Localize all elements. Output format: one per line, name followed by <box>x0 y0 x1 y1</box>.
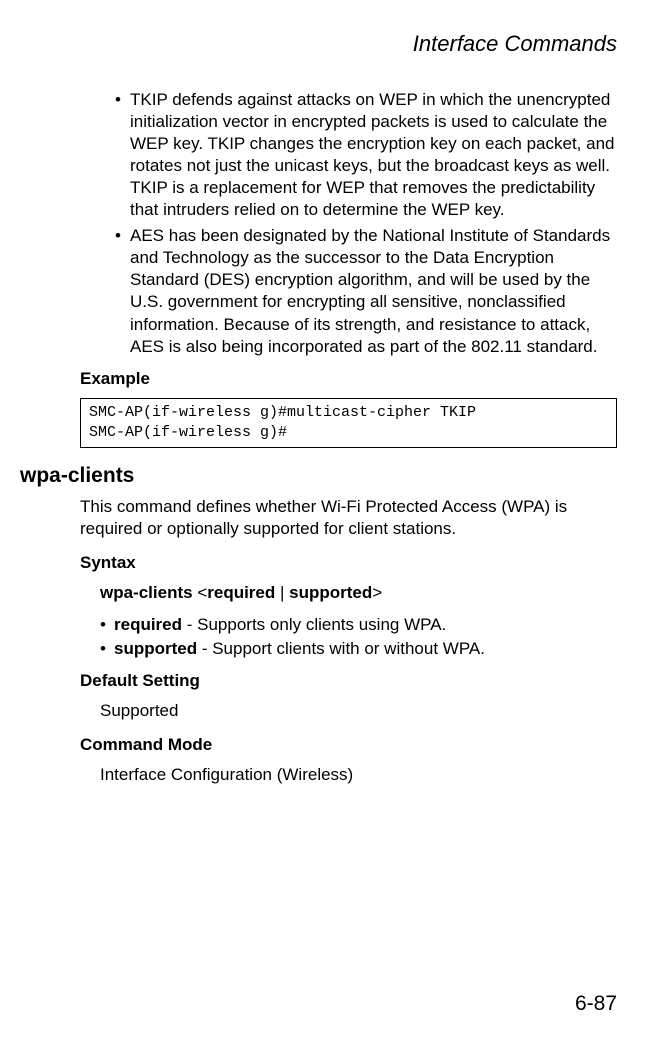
syntax-command: wpa-clients <box>100 583 193 602</box>
code-line-2: SMC-AP(if-wireless g)# <box>89 424 287 441</box>
page-header-title: Interface Commands <box>20 30 617 59</box>
example-label: Example <box>80 368 617 390</box>
syntax-lt: < <box>193 583 208 602</box>
page-number: 6-87 <box>575 990 617 1017</box>
syntax-pipe: | <box>275 583 289 602</box>
option-required: required - Supports only clients using W… <box>100 614 617 636</box>
code-line-1: SMC-AP(if-wireless g)#multicast-cipher T… <box>89 404 476 421</box>
command-mode-label: Command Mode <box>80 734 617 756</box>
option-required-desc: - Supports only clients using WPA. <box>182 615 446 634</box>
syntax-line: wpa-clients <required | supported> <box>100 582 617 604</box>
option-supported-label: supported <box>114 639 197 658</box>
default-setting-label: Default Setting <box>80 670 617 692</box>
command-title: wpa-clients <box>20 462 617 489</box>
top-bullet-list: TKIP defends against attacks on WEP in w… <box>115 89 617 358</box>
default-setting-value: Supported <box>100 700 617 722</box>
option-supported: supported - Support clients with or with… <box>100 638 617 660</box>
bullet-aes: AES has been designated by the National … <box>115 225 617 358</box>
command-description: This command defines whether Wi-Fi Prote… <box>80 496 617 540</box>
option-required-label: required <box>114 615 182 634</box>
syntax-gt: > <box>372 583 382 602</box>
bullet-tkip: TKIP defends against attacks on WEP in w… <box>115 89 617 222</box>
syntax-label: Syntax <box>80 552 617 574</box>
syntax-required: required <box>207 583 275 602</box>
option-supported-desc: - Support clients with or without WPA. <box>197 639 485 658</box>
command-mode-value: Interface Configuration (Wireless) <box>100 764 617 786</box>
syntax-supported: supported <box>289 583 372 602</box>
syntax-options-list: required - Supports only clients using W… <box>100 614 617 660</box>
code-example: SMC-AP(if-wireless g)#multicast-cipher T… <box>80 398 617 449</box>
page-content: Interface Commands TKIP defends against … <box>0 0 657 787</box>
